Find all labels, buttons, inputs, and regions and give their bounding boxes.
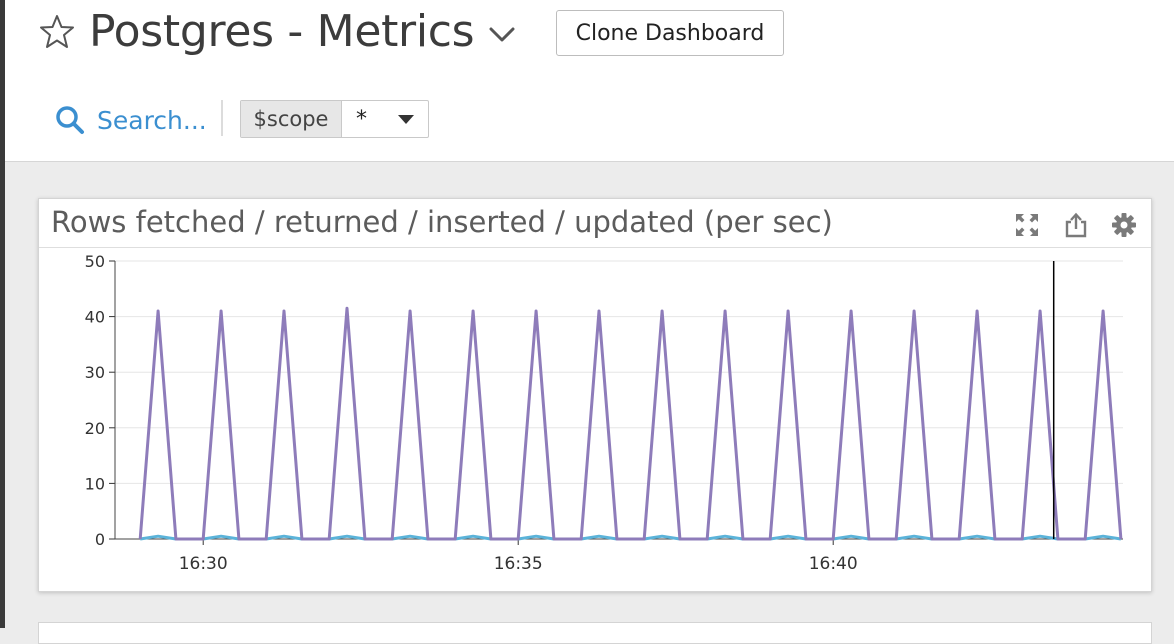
favorite-star-icon[interactable] [37, 12, 77, 52]
scope-value-dropdown[interactable]: * [342, 101, 428, 137]
chevron-down-icon[interactable] [487, 22, 517, 46]
toolbar-divider [221, 100, 223, 136]
timeseries-widget: Rows fetched / returned / inserted / upd… [38, 198, 1152, 592]
search-box[interactable]: Search... [55, 98, 207, 142]
timeseries-chart[interactable]: 0 10 20 30 40 50 16:30 16:35 16:40 [39, 199, 1151, 591]
search-icon [55, 105, 85, 135]
x-tick-label: 16:30 [179, 554, 228, 574]
x-tick-label: 16:40 [809, 554, 858, 574]
scope-selector[interactable]: $scope * [240, 100, 429, 138]
dashboard-header: Postgres - Metrics Clone Dashboard Searc… [5, 0, 1174, 162]
y-tick-label: 0 [95, 530, 105, 549]
caret-down-icon [398, 115, 414, 124]
y-tick-label: 10 [85, 474, 105, 493]
scope-value: * [356, 106, 367, 132]
x-tick-label: 16:35 [494, 554, 543, 574]
y-tick-label: 20 [85, 419, 105, 438]
series-line-1 [138, 306, 1123, 541]
next-widget [38, 622, 1152, 644]
page-title: Postgres - Metrics [89, 6, 475, 57]
clone-dashboard-button[interactable]: Clone Dashboard [556, 10, 784, 56]
search-label: Search... [97, 105, 207, 135]
y-tick-label: 50 [85, 252, 105, 271]
y-tick-label: 30 [85, 363, 105, 382]
y-tick-label: 40 [85, 308, 105, 327]
scope-variable-label: $scope [241, 101, 342, 137]
